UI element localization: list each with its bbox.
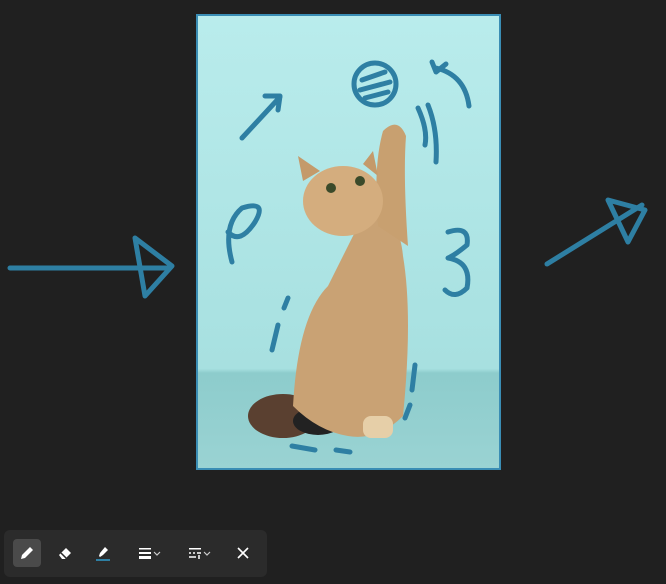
number-3-scribble: [442, 227, 471, 297]
curved-arrow: [429, 59, 472, 109]
ink-toolbar: [4, 530, 267, 577]
motion-lines: [415, 102, 439, 165]
pen-button[interactable]: [13, 539, 41, 567]
eraser-button[interactable]: [51, 539, 79, 567]
line-style-icon: [189, 548, 201, 559]
arrow-up: [239, 93, 283, 141]
arrow-right: [544, 197, 648, 267]
arrow-left: [7, 235, 175, 299]
stroke-width-icon: [139, 548, 151, 559]
loop-scribble: [225, 203, 262, 265]
pen-icon: [21, 547, 33, 559]
chevron-down-icon: [153, 551, 161, 556]
close-icon: [237, 547, 249, 559]
chevron-down-icon: [203, 551, 211, 556]
eraser-icon: [59, 548, 71, 559]
close-button[interactable]: [229, 539, 257, 567]
dashed-circle: [269, 295, 418, 455]
stroke-width-dropdown[interactable]: [130, 539, 168, 567]
highlighter-icon: [96, 547, 110, 561]
ink-annotations[interactable]: [0, 0, 666, 584]
line-style-dropdown[interactable]: [180, 539, 218, 567]
highlighter-button[interactable]: [89, 539, 117, 567]
